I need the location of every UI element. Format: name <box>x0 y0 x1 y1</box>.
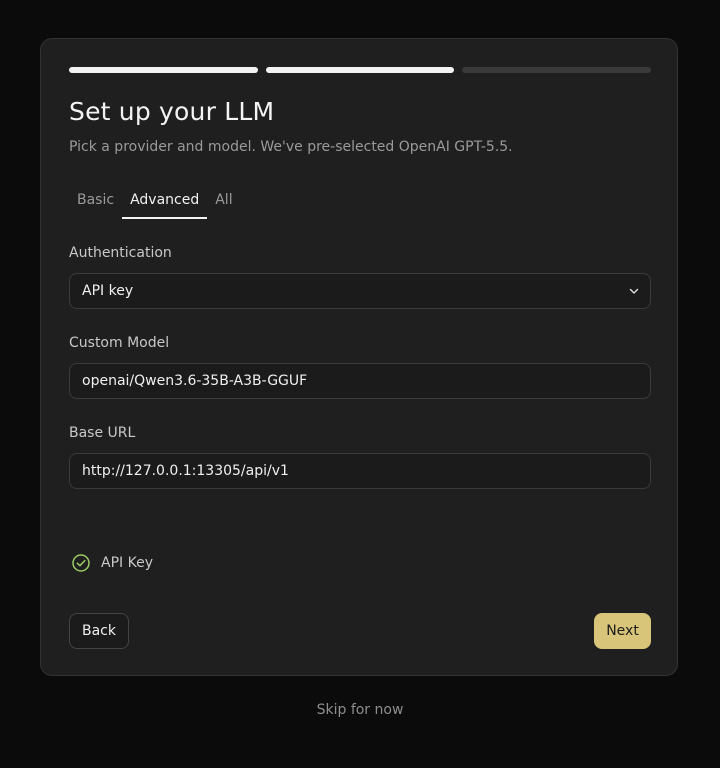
check-circle-icon <box>72 554 90 572</box>
base-url-label: Base URL <box>69 425 136 441</box>
setup-card: Set up your LLM Pick a provider and mode… <box>40 38 678 676</box>
tab-bar: Basic Advanced All <box>69 185 241 219</box>
api-key-label: API Key <box>101 555 153 571</box>
form-scroll-area[interactable]: Authentication API key Custom Model open… <box>69 235 651 573</box>
authentication-select[interactable]: API key <box>69 273 651 309</box>
progress-step-2 <box>265 67 455 73</box>
skip-link[interactable]: Skip for now <box>0 702 720 718</box>
back-button[interactable]: Back <box>69 613 129 649</box>
page-title: Set up your LLM <box>69 97 275 126</box>
tab-advanced[interactable]: Advanced <box>122 185 208 219</box>
authentication-label: Authentication <box>69 245 172 261</box>
custom-model-input[interactable]: openai/Qwen3.6-35B-A3B-GGUF <box>69 363 651 399</box>
progress-step-3 <box>462 67 652 73</box>
progress-bar <box>69 67 652 73</box>
custom-model-value: openai/Qwen3.6-35B-A3B-GGUF <box>82 373 308 389</box>
tab-all[interactable]: All <box>207 185 240 217</box>
tab-basic[interactable]: Basic <box>69 185 122 217</box>
chevron-down-icon <box>629 288 639 294</box>
next-button[interactable]: Next <box>594 613 651 649</box>
progress-step-1 <box>69 67 258 73</box>
base-url-input[interactable]: http://127.0.0.1:13305/api/v1 <box>69 453 651 489</box>
authentication-value: API key <box>82 283 134 299</box>
page-subtitle: Pick a provider and model. We've pre-sel… <box>69 139 513 155</box>
custom-model-label: Custom Model <box>69 335 170 351</box>
base-url-value: http://127.0.0.1:13305/api/v1 <box>82 463 289 479</box>
